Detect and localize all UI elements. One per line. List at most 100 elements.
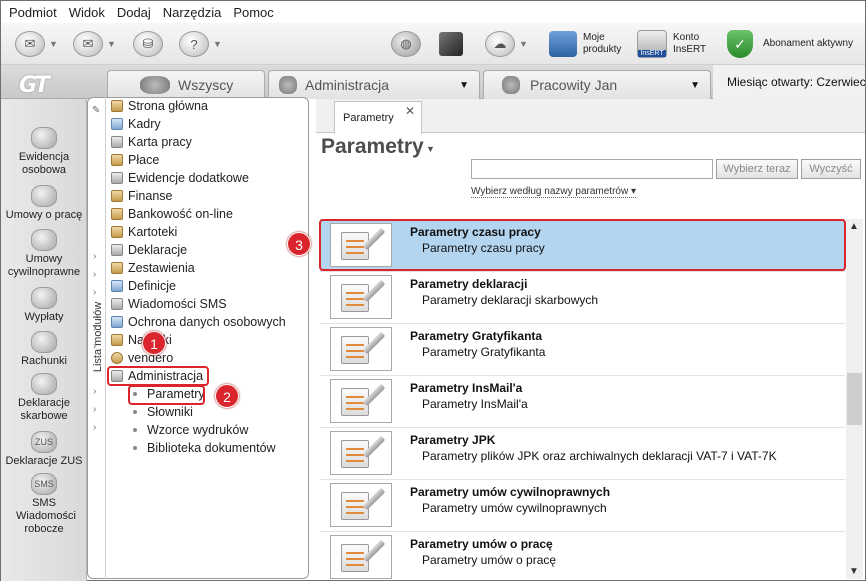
row-title: Parametry umów o pracę xyxy=(410,537,553,551)
tree-label: Wzorce wydruków xyxy=(147,423,249,437)
menu-widok[interactable]: Widok xyxy=(69,5,105,20)
chevron-down-icon[interactable]: ▼ xyxy=(49,39,58,49)
month-status-text: Miesiąc otwarty: Czerwiec 2 xyxy=(727,75,865,89)
book-icon xyxy=(111,172,123,184)
nav-deklaracje-skarbowe[interactable]: Deklaracje skarbowe xyxy=(1,373,87,423)
tree-item-karta-pracy[interactable]: Karta pracy xyxy=(111,133,192,151)
left-navigation: Ewidencja osobowa Umowy o pracę Umowy cy… xyxy=(1,99,87,581)
list-item[interactable]: Parametry Gratyfikanta Parametry Gratyfi… xyxy=(320,323,845,375)
chevron-right-icon[interactable]: › xyxy=(93,386,96,397)
abonament-label: Abonament aktywny xyxy=(763,38,854,49)
nav-sms[interactable]: SMS SMS Wiadomości robocze xyxy=(1,473,87,536)
chevron-right-icon[interactable]: › xyxy=(93,287,96,298)
tree-subitem-slowniki[interactable]: Słowniki xyxy=(133,403,193,421)
konto-insert-button[interactable]: InsERT Konto InsERT xyxy=(637,29,713,59)
nav-umowy-o-prace[interactable]: Umowy o pracę xyxy=(1,185,87,222)
chevron-right-icon[interactable]: › xyxy=(93,422,96,433)
close-icon[interactable]: ✕ xyxy=(405,104,415,118)
chevron-down-icon[interactable]: ▼ xyxy=(519,39,528,49)
filter-by-name-link[interactable]: Wybierz według nazwy parametrów ▾ xyxy=(471,186,637,198)
chart-icon xyxy=(111,262,123,274)
tree-item-zestawienia[interactable]: Zestawienia xyxy=(111,259,195,277)
tab-pracowity-jan[interactable]: Pracowity Jan ▼ xyxy=(483,70,711,99)
tree-item-ewidencje-dodatkowe[interactable]: Ewidencje dodatkowe xyxy=(111,169,249,187)
tab-parametry[interactable]: Parametry ✕ xyxy=(334,101,422,134)
menu-podmiot[interactable]: Podmiot xyxy=(9,5,57,20)
chevron-up-icon[interactable]: ▲ xyxy=(849,221,859,232)
coins-icon xyxy=(111,190,123,202)
contract-money-icon xyxy=(31,229,57,251)
tree-item-ochrona-danych[interactable]: Ochrona danych osobowych xyxy=(111,313,286,331)
envelope-money-icon xyxy=(31,287,57,309)
list-item[interactable]: Parametry InsMail'a Parametry InsMail'a xyxy=(320,375,845,427)
tree-item-finanse[interactable]: Finanse xyxy=(111,187,172,205)
tree-item-deklaracje[interactable]: Deklaracje xyxy=(111,241,187,259)
tree-item-place[interactable]: Płace xyxy=(111,151,159,169)
menu-dodaj[interactable]: Dodaj xyxy=(117,5,151,20)
scrollbar-thumb[interactable] xyxy=(847,373,862,425)
tree-item-kadry[interactable]: Kadry xyxy=(111,115,161,133)
tree-item-kartoteki[interactable]: Kartoteki xyxy=(111,223,177,241)
row-desc: Parametry plików JPK oraz archiwalnych d… xyxy=(422,449,777,463)
toolbar: ✉ ▼ ✉ ▼ ⛁ ? ▼ ◍ ☁ ▼ Moje produkty InsERT Kon… xyxy=(1,23,865,65)
nav-umowy-cywilnoprawne[interactable]: Umowy cywilnoprawne xyxy=(1,229,87,279)
tab-pracowity-label: Pracowity Jan xyxy=(530,77,618,93)
chevron-right-icon[interactable]: › xyxy=(93,323,96,334)
tree-label: Wiadomości SMS xyxy=(128,297,227,311)
tree-item-vendero[interactable]: vendero xyxy=(111,349,173,367)
label-icon xyxy=(111,334,123,346)
database-button[interactable]: ⛁ xyxy=(133,29,163,59)
nav-deklaracje-zus[interactable]: ZUS Deklaracje ZUS xyxy=(1,431,87,468)
chevron-down-icon[interactable]: ▼ xyxy=(213,39,222,49)
tree-item-definicje[interactable]: Definicje xyxy=(111,277,176,295)
help-button[interactable]: ? ▼ xyxy=(179,29,222,59)
nav-wyplaty[interactable]: Wypłaty xyxy=(1,287,87,324)
forward-button[interactable]: ✉ ▼ xyxy=(73,29,116,59)
list-item[interactable]: Parametry JPK Parametry plików JPK oraz … xyxy=(320,427,845,479)
tree-item-wiadomosci-sms[interactable]: Wiadomości SMS xyxy=(111,295,227,313)
list-item[interactable]: Parametry deklaracji Parametry deklaracj… xyxy=(320,271,845,323)
globe-button[interactable]: ◍ xyxy=(391,29,421,59)
search-input[interactable] xyxy=(471,159,713,179)
gt-logo: GT xyxy=(19,73,50,98)
pin-icon[interactable]: ✎ xyxy=(92,105,100,116)
document-edit-icon xyxy=(330,535,392,579)
chevron-down-icon[interactable]: ▼ xyxy=(849,566,859,577)
nav-rachunki[interactable]: Rachunki xyxy=(1,331,87,368)
tree-label: Bankowość on-line xyxy=(128,207,233,221)
back-button[interactable]: ✉ ▼ xyxy=(15,29,58,59)
row-title: Parametry umów cywilnoprawnych xyxy=(410,485,611,499)
box-button[interactable] xyxy=(439,29,463,59)
tree-label: Kadry xyxy=(128,117,161,131)
highlight-parametry xyxy=(128,385,205,405)
chevron-down-icon[interactable]: ▼ xyxy=(107,39,116,49)
moje-produkty-button[interactable]: Moje produkty xyxy=(549,29,633,59)
chevron-down-icon[interactable]: ▼ xyxy=(459,80,469,91)
menu-narzedzia[interactable]: Narzędzia xyxy=(163,5,222,20)
tree-item-bankowosc[interactable]: Bankowość on-line xyxy=(111,205,233,223)
list-item[interactable]: Parametry umów cywilnoprawnych Parametry… xyxy=(320,479,845,531)
tab-wszyscy[interactable]: Wszyscy xyxy=(107,70,265,99)
page-title[interactable]: Parametry xyxy=(321,135,424,159)
chevron-down-icon[interactable]: ▼ xyxy=(426,144,435,154)
tab-administracja[interactable]: Administracja ▼ xyxy=(268,70,480,99)
chevron-right-icon[interactable]: › xyxy=(93,404,96,415)
abonament-button[interactable]: ✓ Abonament aktywny xyxy=(727,29,853,59)
nav-ewidencja-osobowa[interactable]: Ewidencja osobowa xyxy=(1,127,87,177)
tree-label: Deklaracje xyxy=(128,243,188,257)
wybierz-teraz-button[interactable]: Wybierz teraz xyxy=(716,159,798,179)
list-item[interactable]: Parametry umów o pracę Parametry umów o … xyxy=(320,531,845,579)
chevron-down-icon[interactable]: ▼ xyxy=(690,80,700,91)
tree-item-strona-glowna[interactable]: Strona główna xyxy=(111,97,208,115)
chevron-right-icon[interactable]: › xyxy=(93,341,96,352)
tree-label: Słowniki xyxy=(147,405,193,419)
nav-label: Umowy o pracę xyxy=(5,209,83,221)
menu-pomoc[interactable]: Pomoc xyxy=(233,5,273,20)
tree-subitem-biblioteka[interactable]: Biblioteka dokumentów xyxy=(133,439,276,457)
wyczysc-button[interactable]: Wyczyść xyxy=(801,159,861,179)
nav-label: Umowy cywilnoprawne xyxy=(7,253,81,278)
tree-subitem-wzorce[interactable]: Wzorce wydruków xyxy=(133,421,248,439)
chevron-right-icon[interactable]: › xyxy=(93,251,96,262)
cloud-button[interactable]: ☁ ▼ xyxy=(485,29,528,59)
chevron-right-icon[interactable]: › xyxy=(93,269,96,280)
